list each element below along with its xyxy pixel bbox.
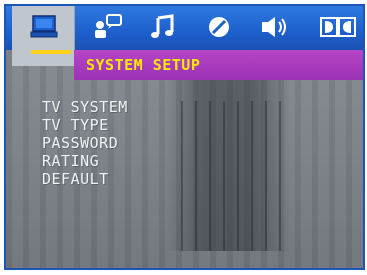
dolby-digital-icon[interactable] [319,12,359,42]
background-texture [181,101,291,251]
active-tab-indicator [31,50,71,54]
menu-item-tv-system[interactable]: TV SYSTEM [42,98,128,116]
page-title: SYSTEM SETUP [86,56,201,74]
person-speech-icon[interactable] [92,12,124,42]
menu-item-default[interactable]: DEFAULT [42,170,128,188]
menu-item-password[interactable]: PASSWORD [42,134,128,152]
setup-menu: TV SYSTEM TV TYPE PASSWORD RATING DEFAUL… [42,98,128,188]
music-note-icon[interactable] [146,12,178,42]
menu-item-tv-type[interactable]: TV TYPE [42,116,128,134]
circle-icon[interactable] [203,12,235,42]
menu-item-rating[interactable]: RATING [42,152,128,170]
speaker-icon[interactable] [259,12,291,42]
osd-window: SYSTEM SETUP TV SYSTEM TV TYPE PASSWORD … [4,4,365,270]
monitor-icon[interactable] [28,12,60,42]
